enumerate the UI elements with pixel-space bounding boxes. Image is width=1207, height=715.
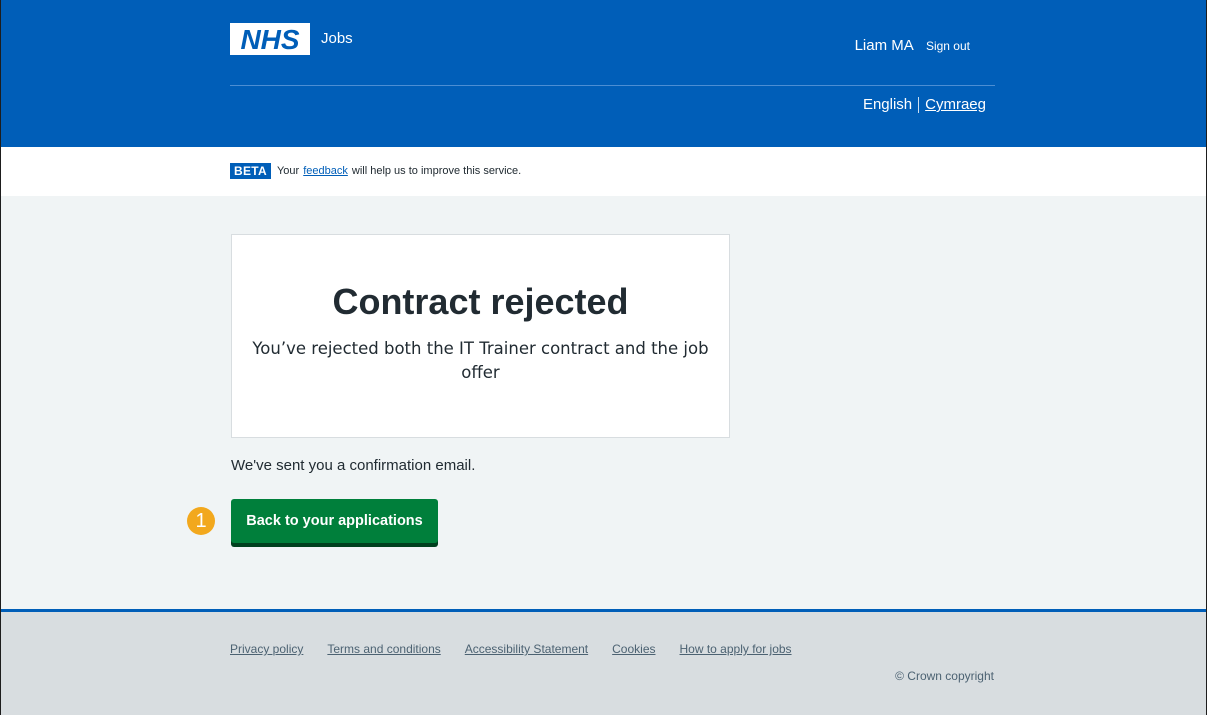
- service-name: Jobs: [321, 30, 353, 47]
- nhs-logo[interactable]: NHS: [230, 23, 310, 55]
- language-current: English: [862, 96, 913, 113]
- confirmation-panel: Contract rejected You’ve rejected both t…: [231, 234, 730, 438]
- beta-text-before: Your: [276, 165, 300, 177]
- beta-banner-content: BETA Your feedback will help us to impro…: [230, 163, 521, 179]
- site-header: NHS Jobs Liam MA Sign out English Cymrae…: [1, 0, 1206, 147]
- beta-text-after: will help us to improve this service.: [351, 165, 522, 177]
- language-separator: [918, 96, 920, 113]
- svg-text:NHS: NHS: [240, 24, 299, 55]
- footer-links: Privacy policy Terms and conditions Acce…: [230, 642, 792, 656]
- language-switcher: English Cymraeg: [863, 96, 986, 113]
- language-cymraeg-link[interactable]: Cymraeg: [925, 96, 986, 113]
- footer-link-privacy-policy[interactable]: Privacy policy: [230, 642, 303, 656]
- confirmation-message: You’ve rejected both the IT Trainer cont…: [252, 339, 709, 382]
- step-number-badge: 1: [187, 507, 215, 535]
- beta-banner: BETA Your feedback will help us to impro…: [1, 147, 1206, 196]
- sign-out-link[interactable]: Sign out: [926, 39, 970, 53]
- feedback-link[interactable]: feedback: [303, 165, 348, 177]
- page-title: Contract rejected: [332, 281, 629, 322]
- footer-link-accessibility[interactable]: Accessibility Statement: [465, 642, 588, 656]
- footer-link-cookies[interactable]: Cookies: [612, 642, 655, 656]
- back-to-applications-button[interactable]: Back to your applications: [231, 499, 438, 543]
- header-divider: [230, 85, 995, 86]
- footer-link-terms[interactable]: Terms and conditions: [327, 642, 440, 656]
- page-frame: NHS Jobs Liam MA Sign out English Cymrae…: [0, 0, 1207, 715]
- account-area: Liam MA Sign out: [855, 37, 970, 54]
- footer-link-how-to-apply[interactable]: How to apply for jobs: [680, 642, 792, 656]
- user-name: Liam MA: [854, 37, 914, 54]
- email-confirmation-text: We've sent you a confirmation email.: [231, 457, 476, 474]
- beta-tag: BETA: [230, 163, 271, 179]
- copyright-text: © Crown copyright: [895, 669, 994, 683]
- site-footer: Privacy policy Terms and conditions Acce…: [1, 609, 1206, 715]
